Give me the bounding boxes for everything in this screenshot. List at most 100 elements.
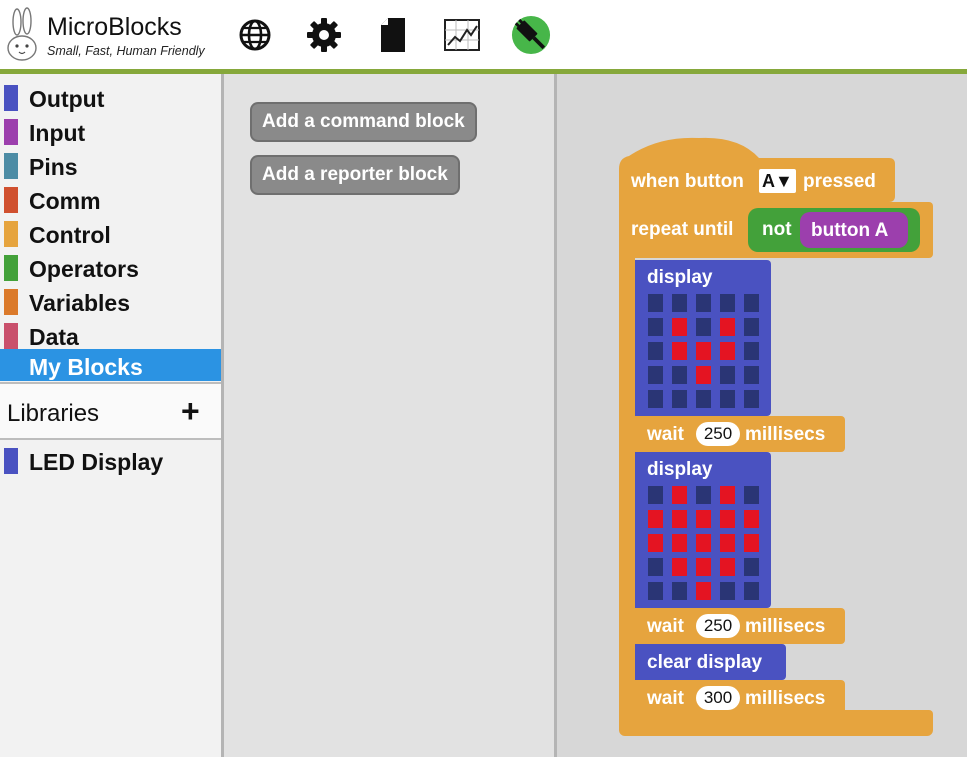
led-off[interactable] xyxy=(672,294,687,312)
led-grid-2[interactable] xyxy=(648,486,759,600)
led-off[interactable] xyxy=(672,390,687,408)
category-control[interactable]: Control xyxy=(0,215,221,249)
libraries-label: Libraries xyxy=(7,400,100,427)
led-off[interactable] xyxy=(720,294,735,312)
category-swatch xyxy=(4,119,18,145)
display-block-2[interactable]: display xyxy=(635,452,771,608)
led-on[interactable] xyxy=(696,366,711,384)
led-off[interactable] xyxy=(720,390,735,408)
led-on[interactable] xyxy=(720,318,735,336)
led-off[interactable] xyxy=(744,486,759,504)
led-grid-1[interactable] xyxy=(648,294,759,408)
add-command-block-button[interactable]: Add a command block xyxy=(250,102,477,142)
globe-icon[interactable] xyxy=(235,15,275,55)
led-off[interactable] xyxy=(648,390,663,408)
led-off[interactable] xyxy=(672,366,687,384)
led-off[interactable] xyxy=(648,558,663,576)
led-off[interactable] xyxy=(696,390,711,408)
led-off[interactable] xyxy=(648,294,663,312)
led-off[interactable] xyxy=(696,318,711,336)
display-block-1[interactable]: display xyxy=(635,260,771,416)
category-label: Data xyxy=(29,324,79,350)
led-on[interactable] xyxy=(720,342,735,360)
led-off[interactable] xyxy=(720,366,735,384)
led-off[interactable] xyxy=(744,582,759,600)
button-value: A xyxy=(762,171,775,191)
when-button-pressed-block[interactable]: when button A▼ pressed xyxy=(619,158,895,202)
category-swatch xyxy=(4,187,18,213)
wait-unit: millisecs xyxy=(745,616,826,637)
led-off[interactable] xyxy=(744,318,759,336)
led-on[interactable] xyxy=(672,486,687,504)
wait-input-1[interactable]: 250 xyxy=(696,422,740,446)
wait-block-2[interactable]: wait 250 millisecs xyxy=(635,608,845,644)
led-off[interactable] xyxy=(696,486,711,504)
led-off[interactable] xyxy=(648,582,663,600)
wait-block-3[interactable]: wait 300 millisecs xyxy=(635,680,845,716)
led-on[interactable] xyxy=(672,318,687,336)
category-data[interactable]: Data xyxy=(0,317,221,351)
category-comm[interactable]: Comm xyxy=(0,181,221,215)
not-operator-block[interactable]: not button A xyxy=(748,208,920,252)
wait-input-2[interactable]: 250 xyxy=(696,614,740,638)
led-on[interactable] xyxy=(696,342,711,360)
led-off[interactable] xyxy=(648,486,663,504)
add-library-button[interactable]: + xyxy=(181,395,200,427)
led-on[interactable] xyxy=(720,534,735,552)
button-dropdown[interactable]: A▼ xyxy=(759,169,796,193)
led-on[interactable] xyxy=(720,558,735,576)
led-off[interactable] xyxy=(648,366,663,384)
repeat-until-block[interactable]: repeat until not button A xyxy=(619,202,933,258)
led-off[interactable] xyxy=(720,582,735,600)
category-pins[interactable]: Pins xyxy=(0,147,221,181)
led-off[interactable] xyxy=(744,366,759,384)
led-on[interactable] xyxy=(696,534,711,552)
graph-icon[interactable] xyxy=(442,15,482,55)
led-off[interactable] xyxy=(648,318,663,336)
button-a-reporter[interactable]: button A xyxy=(800,212,908,248)
led-off[interactable] xyxy=(744,558,759,576)
led-on[interactable] xyxy=(720,486,735,504)
led-off[interactable] xyxy=(648,342,663,360)
led-on[interactable] xyxy=(744,510,759,528)
gear-icon[interactable] xyxy=(304,15,344,55)
display-label: display xyxy=(647,459,713,480)
wait-input-3[interactable]: 300 xyxy=(696,686,740,710)
led-on[interactable] xyxy=(648,510,663,528)
category-my-blocks[interactable]: My Blocks xyxy=(0,349,221,381)
led-on[interactable] xyxy=(696,558,711,576)
category-input[interactable]: Input xyxy=(0,113,221,147)
led-off[interactable] xyxy=(744,390,759,408)
led-on[interactable] xyxy=(672,558,687,576)
file-icon[interactable] xyxy=(373,15,413,55)
category-label: Control xyxy=(29,222,111,248)
blocks-palette: Add a command block Add a reporter block xyxy=(224,74,554,757)
category-label: Operators xyxy=(29,256,139,282)
led-off[interactable] xyxy=(744,294,759,312)
wait-label: wait xyxy=(647,616,684,637)
add-reporter-block-button[interactable]: Add a reporter block xyxy=(250,155,460,195)
led-on[interactable] xyxy=(648,534,663,552)
led-off[interactable] xyxy=(744,342,759,360)
library-led-display[interactable]: LED Display xyxy=(0,442,221,476)
category-variables[interactable]: Variables xyxy=(0,283,221,317)
usb-connect-icon[interactable] xyxy=(511,15,551,55)
clear-display-block[interactable]: clear display xyxy=(635,644,786,680)
category-operators[interactable]: Operators xyxy=(0,249,221,283)
hat-prefix: when button xyxy=(631,171,744,192)
led-on[interactable] xyxy=(672,510,687,528)
led-on[interactable] xyxy=(696,510,711,528)
category-output[interactable]: Output xyxy=(0,79,221,113)
led-on[interactable] xyxy=(672,534,687,552)
led-on[interactable] xyxy=(696,582,711,600)
wait-block-1[interactable]: wait 250 millisecs xyxy=(635,416,845,452)
category-swatch xyxy=(4,289,18,315)
led-off[interactable] xyxy=(672,582,687,600)
led-on[interactable] xyxy=(672,342,687,360)
library-swatch xyxy=(4,448,18,474)
category-label: My Blocks xyxy=(29,354,143,380)
category-swatch xyxy=(4,221,18,247)
led-off[interactable] xyxy=(696,294,711,312)
led-on[interactable] xyxy=(720,510,735,528)
led-on[interactable] xyxy=(744,534,759,552)
